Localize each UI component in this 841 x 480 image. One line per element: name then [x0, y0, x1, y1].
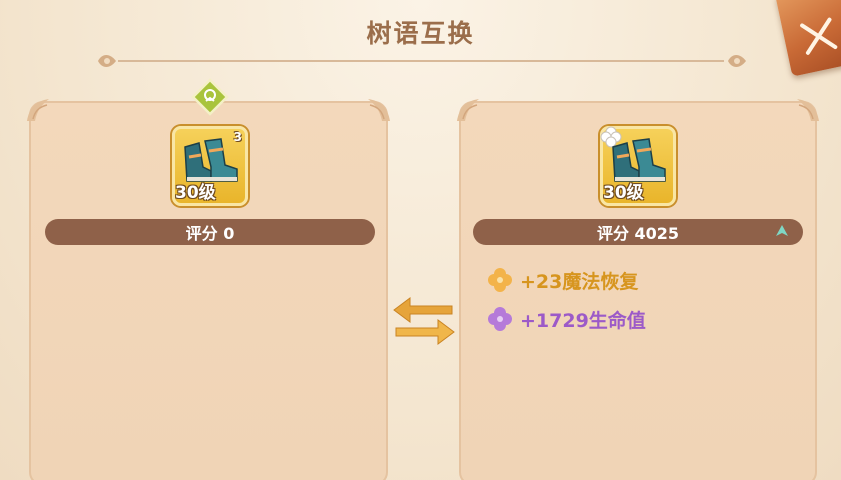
corner-flourish-icon [27, 99, 49, 121]
title-divider [118, 60, 724, 62]
current-score-bar: 评分 0 [45, 219, 375, 245]
clover-purple-icon [488, 307, 512, 331]
attribute-text: +1729生命值 [520, 309, 646, 332]
attribute-text: +23魔法恢复 [520, 270, 639, 293]
close-icon [800, 17, 838, 55]
target-score-bar: 评分 4025 [473, 219, 803, 245]
target-score: 评分 4025 [596, 224, 680, 243]
leaf-ornament-icon [98, 55, 116, 67]
item-level: 30级 [175, 183, 216, 203]
current-item-slot[interactable]: 3 30级 [172, 126, 248, 206]
corner-flourish-icon [457, 99, 479, 121]
attribute-row: +1729生命值 [486, 305, 646, 333]
attribute-row: +23魔法恢复 [486, 266, 638, 294]
item-level: 30级 [603, 183, 644, 203]
clover-orange-icon [488, 268, 512, 292]
target-item-slot[interactable]: 30级 [600, 126, 676, 206]
corner-flourish-icon [368, 99, 390, 121]
arrow-up-icon [776, 225, 788, 236]
diamond-badge-icon[interactable] [191, 78, 229, 116]
dialog-title: 树语互换 [366, 19, 475, 48]
current-score: 评分 0 [185, 224, 235, 243]
swap-arrows-icon[interactable] [390, 294, 458, 348]
leaf-ornament-icon [728, 55, 746, 67]
corner-flourish-icon [797, 99, 819, 121]
item-count: 3 [233, 130, 242, 144]
